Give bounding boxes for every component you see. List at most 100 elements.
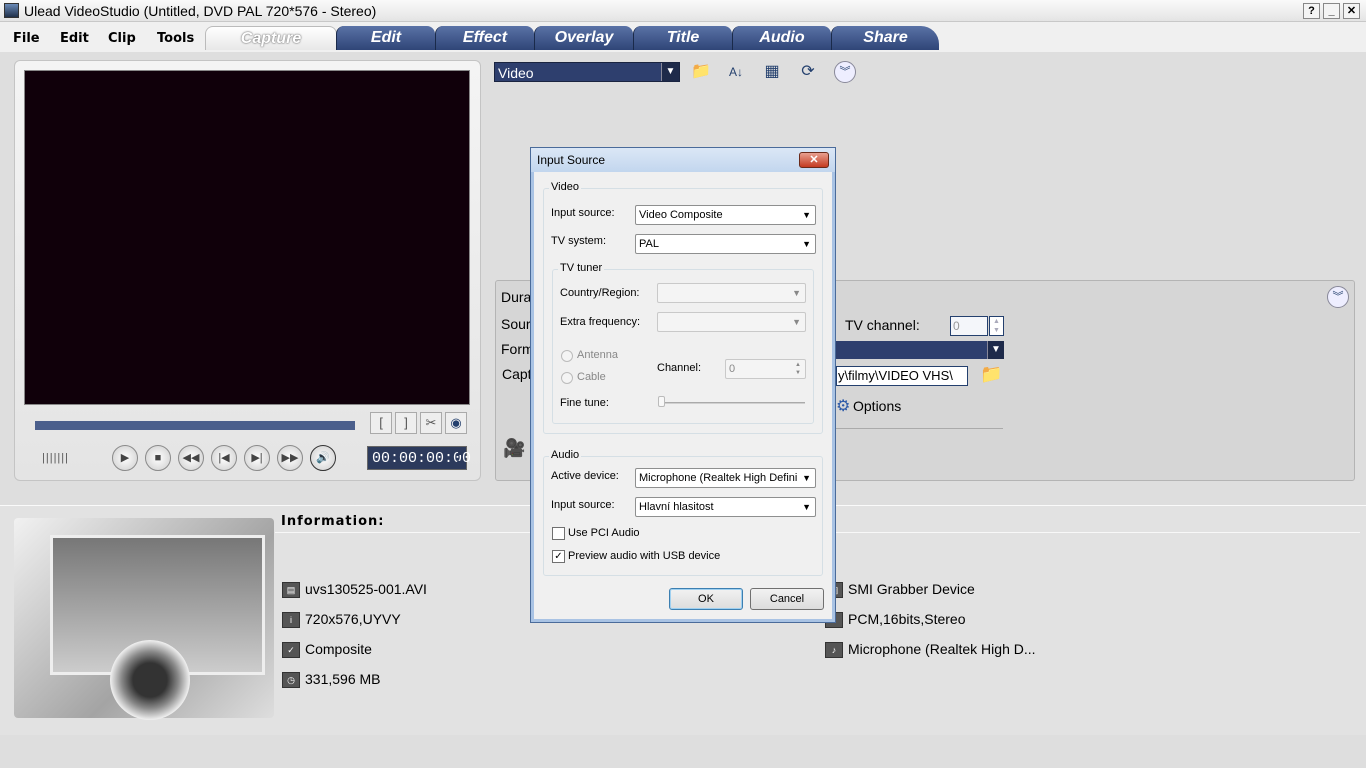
channel-stepper[interactable]: ▲ ▼ [795, 361, 801, 377]
fine-tune-label: Fine tune: [560, 397, 609, 409]
active-device-label: Active device: [551, 470, 619, 482]
tab-overlay[interactable]: Overlay [534, 26, 633, 50]
scrub-bar[interactable] [35, 421, 355, 430]
dialog-close-button[interactable]: ✕ [799, 152, 829, 168]
scissors-icon[interactable]: ✂ [420, 412, 442, 434]
audio-input-source-dropdown[interactable]: Hlavní hlasitost ▼ [635, 497, 816, 517]
cancel-button[interactable]: Cancel [750, 588, 824, 610]
info-audio-device: Microphone (Realtek High D... [848, 641, 1036, 657]
menu-tools[interactable]: Tools [157, 31, 194, 46]
mark-in-icon[interactable]: [ [370, 412, 392, 434]
capture-folder-label: Capt [502, 366, 532, 382]
disk-clock-icon: ◷ [282, 672, 300, 688]
tab-effect[interactable]: Effect [435, 26, 534, 50]
library-dropdown[interactable]: Video ▼ [494, 62, 680, 82]
help-button[interactable]: ? [1303, 3, 1320, 19]
sort-icon[interactable]: A↓ [724, 61, 748, 85]
snapshot-icon[interactable]: ◉ [445, 412, 467, 434]
info-free-space: 331,596 MB [305, 671, 381, 687]
checkmark-icon: ✓ [282, 642, 300, 658]
rewind-icon[interactable]: ◀◀ [178, 445, 204, 471]
info-video-device: SMI Grabber Device [848, 581, 975, 597]
tv-channel-label: TV channel: [845, 317, 920, 333]
gear-icon[interactable]: ⚙ [836, 396, 850, 416]
use-pci-audio-checkbox[interactable] [552, 527, 565, 540]
preview-usb-label: Preview audio with USB device [568, 550, 721, 562]
chevron-down-icon: ▼ [661, 63, 679, 81]
chevron-down-icon: ▼ [800, 469, 811, 487]
fast-forward-icon[interactable]: ▶▶ [277, 445, 303, 471]
channel-field[interactable]: 0 ▲ ▼ [725, 359, 806, 379]
app-icon [4, 3, 19, 18]
previous-frame-icon[interactable]: |◀ [211, 445, 237, 471]
divider [836, 428, 1003, 429]
timecode-field[interactable]: 00:00:00:00 [367, 446, 471, 470]
folder-icon[interactable]: 📁 [689, 61, 713, 85]
film-icon: ▤ [282, 582, 300, 598]
antenna-radio[interactable] [561, 350, 573, 362]
collapse-icon[interactable]: ︾ [1327, 286, 1349, 308]
tv-system-dropdown[interactable]: PAL ▼ [635, 234, 816, 254]
extra-frequency-dropdown[interactable]: ▼ [657, 312, 806, 332]
input-source-dialog: Input Source ✕ Video Input source: Video… [530, 147, 836, 623]
expand-icon[interactable]: ︾ [834, 61, 856, 83]
audio-input-source-label: Input source: [551, 499, 615, 511]
tab-share[interactable]: Share [831, 26, 939, 50]
chevron-down-icon: ▼ [792, 288, 801, 298]
tab-capture[interactable]: Capture [205, 26, 337, 50]
options-button[interactable]: Options [853, 398, 901, 414]
tv-channel-field[interactable]: 0 [950, 316, 988, 336]
fine-tune-slider[interactable] [660, 402, 805, 404]
volume-icon[interactable]: 🔊 [310, 445, 336, 471]
preview-screen [24, 70, 470, 405]
capture-folder-field[interactable]: y\filmy\VIDEO VHS\ [836, 366, 968, 386]
close-button[interactable]: ✕ [1343, 3, 1360, 19]
tab-edit[interactable]: Edit [336, 26, 435, 50]
folder-icon[interactable]: 📁 [980, 364, 1002, 385]
menu-clip[interactable]: Clip [108, 31, 136, 46]
stop-icon[interactable]: ■ [145, 445, 171, 471]
export-icon[interactable]: ⟳ [796, 61, 820, 85]
cable-radio[interactable] [561, 372, 573, 384]
menu-edit[interactable]: Edit [60, 31, 89, 46]
tab-audio[interactable]: Audio [732, 26, 831, 50]
audio-group-label: Audio [549, 449, 582, 461]
input-source-dropdown[interactable]: Video Composite ▼ [635, 205, 816, 225]
channel-label: Channel: [657, 362, 702, 374]
info-filename: uvs130525-001.AVI [305, 581, 427, 597]
library-manager-icon[interactable]: ▦ [760, 61, 784, 85]
chevron-down-icon: ▼ [987, 341, 1004, 359]
use-pci-audio-label: Use PCI Audio [568, 527, 640, 539]
next-frame-icon[interactable]: ▶| [244, 445, 270, 471]
input-source-label: Input source: [551, 207, 615, 219]
chevron-down-icon: ▼ [792, 317, 801, 327]
timecode-stepper[interactable]: ▲ ▼ [455, 447, 464, 469]
jog-slider[interactable]: ||||||| [42, 452, 69, 464]
active-device-dropdown[interactable]: Microphone (Realtek High Defini ▼ [635, 468, 816, 488]
tv-system-value: PAL [639, 238, 659, 250]
minimize-button[interactable]: _ [1323, 3, 1340, 19]
extra-frequency-label: Extra frequency: [560, 316, 641, 328]
capture-video-icon[interactable]: 🎥 [503, 438, 531, 462]
tab-title[interactable]: Title [633, 26, 732, 50]
country-region-dropdown[interactable]: ▼ [657, 283, 806, 303]
cable-label: Cable [577, 371, 606, 383]
dialog-title: Input Source [531, 148, 835, 172]
info-source: Composite [305, 641, 372, 657]
mark-out-icon[interactable]: ] [395, 412, 417, 434]
chevron-down-icon: ▼ [802, 502, 811, 512]
menu-file[interactable]: File [13, 31, 40, 46]
tv-channel-stepper[interactable]: ▲ ▼ [989, 316, 1004, 336]
country-region-label: Country/Region: [560, 287, 640, 299]
source-label: Sour [501, 316, 531, 332]
info-resolution: 720x576,UYVY [305, 611, 401, 627]
format-dropdown[interactable] [836, 341, 1004, 359]
dialog-body: Video Input source: Video Composite ▼ TV … [535, 172, 831, 619]
play-icon[interactable]: ▶ [112, 445, 138, 471]
fine-tune-thumb[interactable] [658, 396, 665, 407]
active-device-value: Microphone (Realtek High Defini [639, 472, 798, 484]
ok-button[interactable]: OK [669, 588, 743, 610]
music-note-icon: ♪ [825, 642, 843, 658]
preview-usb-checkbox[interactable]: ✓ [552, 550, 565, 563]
title-bar: Ulead VideoStudio (Untitled, DVD PAL 720… [0, 0, 1366, 22]
